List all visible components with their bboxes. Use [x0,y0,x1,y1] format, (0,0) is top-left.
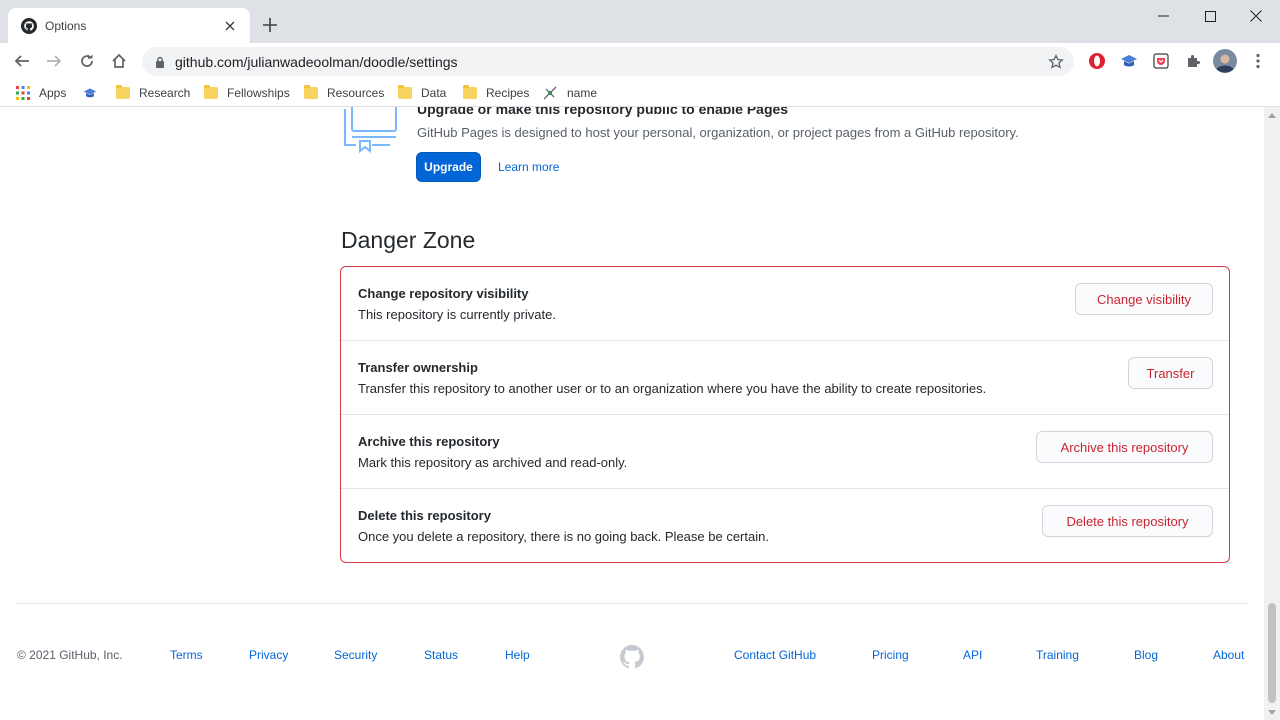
scroll-up-icon[interactable] [1268,112,1276,118]
footer-link-api[interactable]: API [963,648,982,662]
bookmark-fellowships-label: Fellowships [227,86,290,100]
profile-avatar[interactable] [1213,49,1237,73]
menu-kebab-icon[interactable] [1248,51,1268,71]
home-icon[interactable] [107,49,131,73]
bookmark-apps-label: Apps [39,86,67,100]
danger-row-description: Transfer this repository to another user… [358,381,987,396]
footer-link-blog[interactable]: Blog [1134,648,1158,662]
danger-row-visibility: Change repository visibility This reposi… [341,267,1229,341]
bookmark-star-icon[interactable] [1047,53,1065,71]
pages-description: GitHub Pages is designed to host your pe… [417,125,1019,140]
danger-row-title: Transfer ownership [358,360,478,375]
opera-extension-icon[interactable] [1087,51,1107,71]
footer-link-contact[interactable]: Contact GitHub [734,648,816,662]
extensions-puzzle-icon[interactable] [1183,51,1203,71]
bookmark-name-label: name [567,86,598,100]
bookmark-data-label: Data [421,86,447,100]
graduation-cap-extension-icon[interactable] [1119,51,1139,71]
pocket-extension-icon[interactable] [1151,51,1171,71]
footer-link-help[interactable]: Help [505,648,530,662]
scrollbar-thumb[interactable] [1268,603,1276,703]
footer-link-training[interactable]: Training [1036,648,1079,662]
danger-row-description: This repository is currently private. [358,307,556,322]
pages-illustration-icon [342,107,398,155]
danger-row-title: Change repository visibility [358,286,529,301]
minimize-icon[interactable] [1141,4,1187,28]
footer-link-terms[interactable]: Terms [170,648,203,662]
browser-tab[interactable]: Options [8,8,250,43]
transfer-button[interactable]: Transfer [1128,357,1213,389]
footer-link-status[interactable]: Status [424,648,458,662]
danger-row-transfer: Transfer ownership Transfer this reposit… [341,341,1229,415]
reload-icon[interactable] [75,49,99,73]
tab-close-icon[interactable] [222,18,238,34]
folder-icon [463,85,477,99]
github-favicon-icon [21,17,37,34]
folder-icon [304,85,318,99]
bookmark-research[interactable]: Research [116,84,190,102]
footer-link-about[interactable]: About [1213,648,1244,662]
tab-title: Options [45,18,87,33]
apps-grid-icon [16,86,30,100]
delete-repository-button[interactable]: Delete this repository [1042,505,1213,537]
url-text[interactable]: github.com/julianwadeoolman/doodle/setti… [175,54,1047,70]
danger-row-delete: Delete this repository Once you delete a… [341,489,1229,563]
address-bar[interactable]: github.com/julianwadeoolman/doodle/setti… [142,47,1074,76]
back-arrow-icon[interactable] [10,49,34,73]
bookmark-graduation-cap[interactable] [83,84,97,102]
danger-zone-title: Danger Zone [341,227,476,253]
danger-row-title: Archive this repository [358,434,500,449]
archive-repository-button[interactable]: Archive this repository [1036,431,1213,463]
bookmark-fellowships[interactable]: Fellowships [204,84,290,102]
danger-row-archive: Archive this repository Mark this reposi… [341,415,1229,489]
folder-icon [398,85,412,99]
page-scrollbar[interactable] [1264,107,1280,720]
bookmark-recipes-label: Recipes [486,86,530,100]
bookmark-research-label: Research [139,86,191,100]
browser-tab-bar: Options [0,0,1280,43]
danger-zone-box: Change repository visibility This reposi… [340,266,1230,563]
bookmark-resources[interactable]: Resources [304,84,384,102]
window-close-icon[interactable] [1233,4,1279,28]
bookmark-recipes[interactable]: Recipes [463,84,529,102]
pages-heading: Upgrade or make this repository public t… [417,107,789,117]
forward-arrow-icon[interactable] [42,49,66,73]
new-tab-icon[interactable] [260,15,280,35]
footer-link-pricing[interactable]: Pricing [872,648,909,662]
bookmark-name[interactable]: name [542,84,597,102]
maximize-icon[interactable] [1187,4,1233,28]
bookmark-resources-label: Resources [327,86,385,100]
bookmark-apps[interactable]: Apps [16,84,66,102]
scroll-down-icon[interactable] [1268,709,1276,715]
github-logo-icon[interactable] [620,645,644,669]
sparkle-icon [542,85,558,101]
lock-icon [154,55,166,69]
upgrade-button[interactable]: Upgrade [416,152,481,182]
folder-icon [116,85,130,99]
bookmark-data[interactable]: Data [398,84,446,102]
graduation-cap-icon [83,86,97,100]
danger-row-title: Delete this repository [358,508,491,523]
learn-more-link[interactable]: Learn more [498,160,559,174]
footer-copyright: © 2021 GitHub, Inc. [17,648,123,662]
footer-divider [16,603,1247,604]
danger-row-description: Once you delete a repository, there is n… [358,529,769,544]
browser-toolbar: github.com/julianwadeoolman/doodle/setti… [0,43,1280,79]
danger-row-description: Mark this repository as archived and rea… [358,455,628,470]
folder-icon [204,85,218,99]
footer-link-security[interactable]: Security [334,648,377,662]
footer-link-privacy[interactable]: Privacy [249,648,288,662]
page-viewport: Upgrade or make this repository public t… [0,107,1264,720]
bookmarks-bar: Apps Research Fellowships Resources Data… [0,79,1280,107]
change-visibility-button[interactable]: Change visibility [1075,283,1213,315]
